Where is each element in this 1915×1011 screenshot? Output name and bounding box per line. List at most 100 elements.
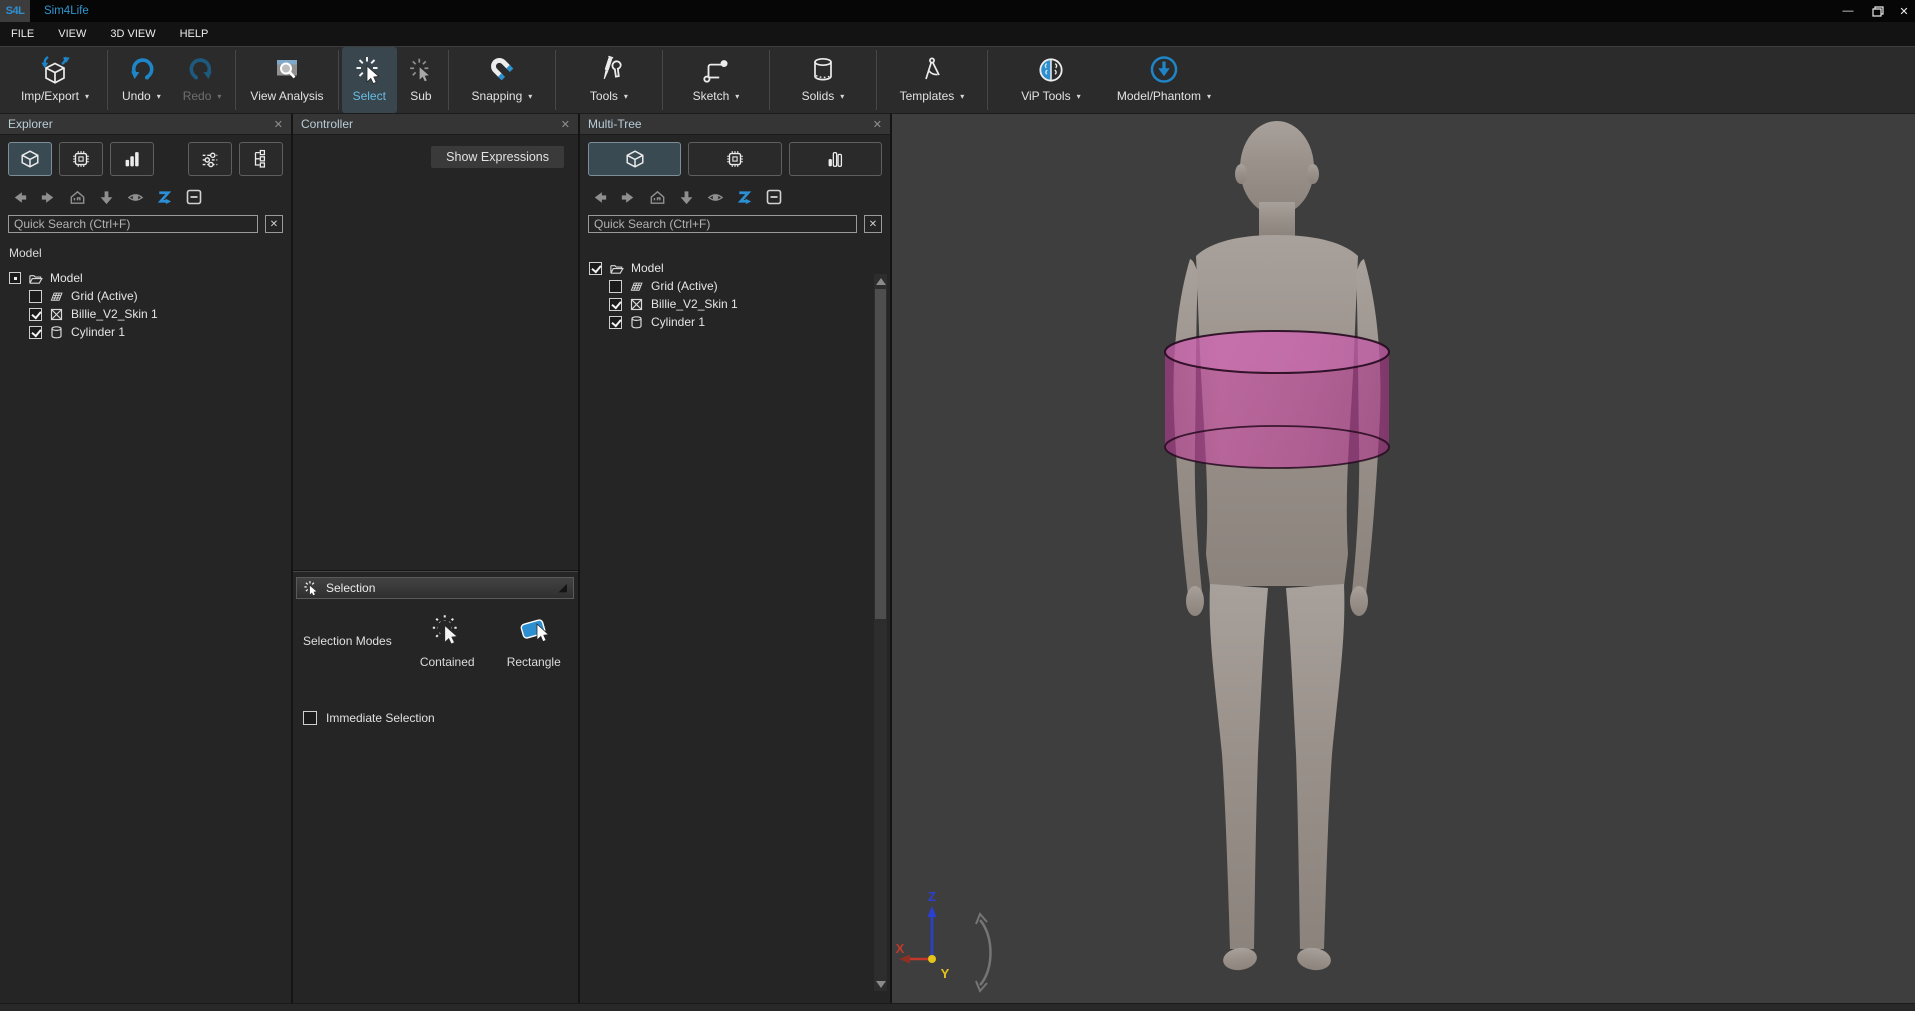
menu-view[interactable]: VIEW bbox=[58, 28, 86, 40]
tree-row[interactable]: Model bbox=[0, 269, 291, 287]
tree-row[interactable]: Model bbox=[580, 259, 890, 277]
toolbar-separator bbox=[235, 50, 236, 110]
visibility-eye-icon[interactable] bbox=[706, 188, 725, 207]
explorer-panel-header[interactable]: Explorer ✕ bbox=[0, 114, 291, 135]
tree-row[interactable]: Billie_V2_Skin 1 bbox=[0, 305, 291, 323]
toolbar-separator bbox=[107, 50, 108, 110]
selection-section-title: Selection bbox=[326, 581, 375, 595]
mode-rectangle-button[interactable]: Rectangle bbox=[495, 612, 572, 669]
toolbar-undo[interactable]: Undo▾ bbox=[111, 47, 172, 113]
search-clear-button[interactable]: ✕ bbox=[864, 215, 882, 233]
mesh-box-icon bbox=[49, 307, 64, 322]
tab-tree-structure[interactable] bbox=[239, 142, 283, 176]
home-icon[interactable] bbox=[648, 188, 667, 207]
scroll-up-button[interactable] bbox=[874, 274, 887, 288]
toolbar-label: Tools bbox=[590, 89, 618, 103]
tab-settings-sliders[interactable] bbox=[188, 142, 232, 176]
close-icon[interactable]: ✕ bbox=[274, 118, 283, 131]
close-button[interactable]: ✕ bbox=[1893, 0, 1915, 22]
toolbar-model-phantom[interactable]: Model/Phantom▾ bbox=[1105, 47, 1223, 113]
collapse-all-icon[interactable] bbox=[184, 187, 204, 207]
tree-row[interactable]: Grid (Active) bbox=[580, 277, 890, 295]
toolbar-snapping[interactable]: Snapping▾ bbox=[452, 47, 552, 113]
mode-label: Rectangle bbox=[507, 655, 561, 669]
tree-row[interactable]: Cylinder 1 bbox=[0, 323, 291, 341]
restore-button[interactable] bbox=[1863, 0, 1893, 22]
forward-arrow-icon[interactable] bbox=[39, 188, 58, 207]
toolbar-templates[interactable]: Templates▾ bbox=[880, 47, 984, 113]
toolbar-sub[interactable]: Sub bbox=[397, 47, 445, 113]
toolbar-separator bbox=[876, 50, 877, 110]
toolbar-vip-tools[interactable]: ViP Tools▾ bbox=[997, 47, 1105, 113]
tab-simulation-chip[interactable] bbox=[59, 142, 103, 176]
back-arrow-icon[interactable] bbox=[10, 188, 29, 207]
dropdown-arrow-icon: ▾ bbox=[960, 91, 964, 101]
toolbar-label: View Analysis bbox=[250, 89, 323, 103]
scrollbar[interactable] bbox=[874, 274, 887, 991]
toolbar-label: Solids bbox=[802, 89, 835, 103]
checkbox[interactable] bbox=[609, 280, 622, 293]
dropdown-arrow-icon: ▾ bbox=[217, 91, 221, 101]
down-arrow-icon[interactable] bbox=[97, 188, 116, 207]
tree-row[interactable]: Grid (Active) bbox=[0, 287, 291, 305]
toolbar-imp-export[interactable]: Imp/Export▾ bbox=[6, 47, 104, 113]
close-icon[interactable]: ✕ bbox=[561, 118, 570, 131]
viewport-3d[interactable]: Z X Y bbox=[892, 114, 1915, 1003]
viewport-scene[interactable]: Z X Y bbox=[892, 114, 1915, 1003]
selection-section-header[interactable]: Selection ◢ bbox=[296, 577, 574, 599]
checkbox[interactable] bbox=[29, 326, 42, 339]
tab-model-cube[interactable] bbox=[588, 142, 681, 176]
toolbar-tools[interactable]: Tools▾ bbox=[559, 47, 659, 113]
toolbar-redo[interactable]: Redo▾ bbox=[172, 47, 233, 113]
home-icon[interactable] bbox=[68, 188, 87, 207]
menu-help[interactable]: HELP bbox=[180, 28, 209, 40]
tree-expander[interactable] bbox=[9, 272, 21, 284]
toolbar-view-analysis[interactable]: View Analysis bbox=[239, 47, 334, 113]
tab-simulation-chip[interactable] bbox=[688, 142, 781, 176]
forward-arrow-icon[interactable] bbox=[619, 188, 638, 207]
collapse-all-icon[interactable] bbox=[764, 187, 784, 207]
menu-file[interactable]: FILE bbox=[11, 28, 34, 40]
search-input[interactable] bbox=[8, 215, 258, 233]
toolbar-separator bbox=[338, 50, 339, 110]
tab-analysis-bars[interactable] bbox=[789, 142, 882, 176]
toolbar-solids[interactable]: Solids▾ bbox=[773, 47, 873, 113]
checkbox[interactable] bbox=[589, 262, 602, 275]
toolbar-label: Model/Phantom bbox=[1117, 89, 1201, 103]
titlebar[interactable]: S4L Sim4Life — ✕ bbox=[0, 0, 1915, 22]
show-expressions-button[interactable]: Show Expressions bbox=[431, 146, 564, 168]
scroll-down-button[interactable] bbox=[874, 977, 887, 991]
folder-icon bbox=[28, 271, 43, 286]
close-icon[interactable]: ✕ bbox=[873, 118, 882, 131]
multitree-panel-header[interactable]: Multi-Tree ✕ bbox=[580, 114, 890, 135]
toolbar-sketch[interactable]: Sketch▾ bbox=[666, 47, 766, 113]
zoom-extents-icon[interactable] bbox=[155, 188, 174, 207]
tree-row[interactable]: Billie_V2_Skin 1 bbox=[580, 295, 890, 313]
tab-model-cube[interactable] bbox=[8, 142, 52, 176]
cube-icon bbox=[19, 148, 41, 170]
collapse-triangle-icon[interactable]: ◢ bbox=[559, 583, 567, 594]
zoom-extents-icon[interactable] bbox=[735, 188, 754, 207]
menu-3d-view[interactable]: 3D VIEW bbox=[110, 28, 155, 40]
checkbox[interactable] bbox=[609, 298, 622, 311]
down-arrow-icon[interactable] bbox=[677, 188, 696, 207]
search-clear-button[interactable]: ✕ bbox=[265, 215, 283, 233]
search-input[interactable] bbox=[588, 215, 857, 233]
controller-panel-header[interactable]: Controller ✕ bbox=[293, 114, 578, 135]
checkbox[interactable] bbox=[29, 290, 42, 303]
checkbox[interactable] bbox=[29, 308, 42, 321]
visibility-eye-icon[interactable] bbox=[126, 188, 145, 207]
immediate-selection-checkbox[interactable] bbox=[303, 711, 317, 725]
back-arrow-icon[interactable] bbox=[590, 188, 609, 207]
scrollbar-thumb[interactable] bbox=[875, 289, 886, 619]
tab-analysis-bars[interactable] bbox=[110, 142, 154, 176]
explorer-tabs bbox=[0, 135, 291, 182]
mode-contained-button[interactable]: Contained bbox=[409, 612, 486, 669]
checkbox[interactable] bbox=[609, 316, 622, 329]
tree-row[interactable]: Cylinder 1 bbox=[580, 313, 890, 331]
immediate-selection-row[interactable]: Immediate Selection bbox=[303, 711, 435, 725]
toolbar-select[interactable]: Select bbox=[342, 47, 397, 113]
minimize-button[interactable]: — bbox=[1833, 0, 1863, 22]
toolbar-label: Sketch bbox=[693, 89, 730, 103]
immediate-selection-label: Immediate Selection bbox=[326, 711, 435, 725]
